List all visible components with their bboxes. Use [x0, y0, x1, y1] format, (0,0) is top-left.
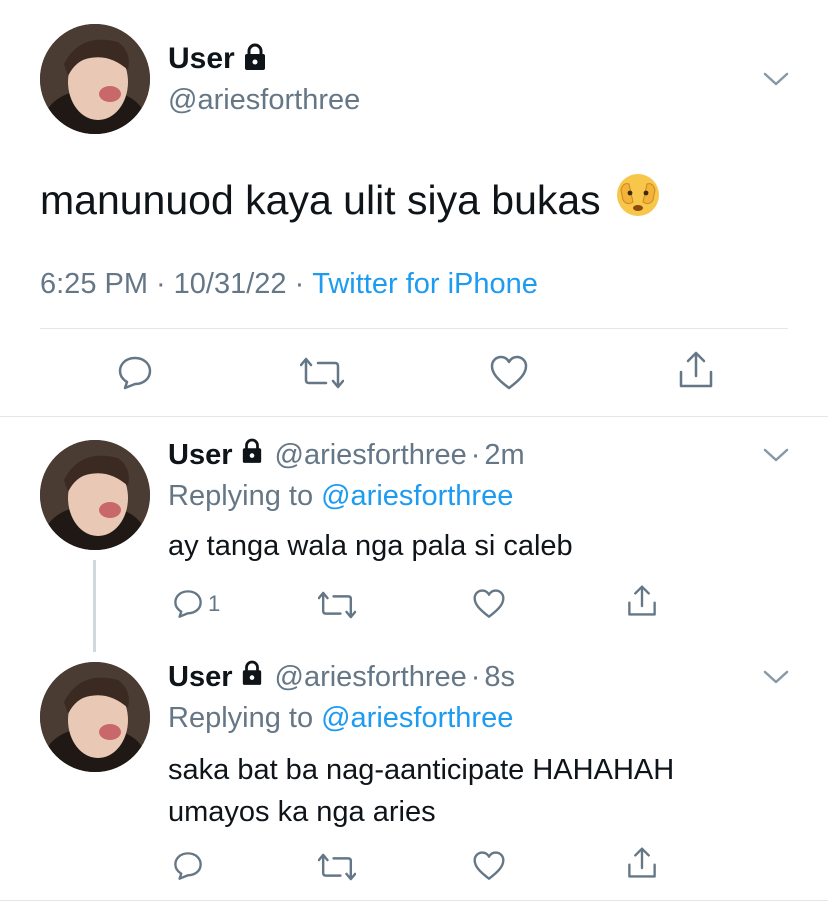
- tweet-meta: 6:25 PM · 10/31/22 · Twitter for iPhone: [40, 268, 538, 301]
- meta-separator: ·: [470, 660, 481, 693]
- like-icon[interactable]: [489, 354, 529, 392]
- handle[interactable]: @ariesforthree: [275, 661, 467, 694]
- retweet-icon[interactable]: [318, 852, 356, 882]
- meta-separator: ·: [294, 268, 305, 300]
- tweet-text: manunuod kaya ulit siya bukas: [40, 172, 661, 228]
- replying-to-label: Replying to: [168, 702, 314, 734]
- chevron-down-icon[interactable]: [762, 70, 790, 88]
- share-icon[interactable]: [626, 584, 658, 618]
- tweet-date: 10/31/22: [173, 268, 287, 300]
- lock-icon: [243, 43, 267, 76]
- share-icon[interactable]: [677, 350, 715, 390]
- thread-line: [93, 560, 96, 652]
- retweet-icon[interactable]: [318, 590, 356, 620]
- share-icon[interactable]: [626, 846, 658, 880]
- display-name[interactable]: User: [168, 439, 233, 472]
- like-icon[interactable]: [472, 850, 506, 882]
- tweet-source-link[interactable]: Twitter for iPhone: [312, 268, 538, 301]
- reply-text-line: umayos ka nga aries: [168, 796, 436, 828]
- reply-text-line: saka bat ba nag-aanticipate HAHAHAH: [168, 754, 675, 786]
- section-divider: [0, 416, 828, 417]
- like-icon[interactable]: [472, 588, 506, 620]
- tweet-age: 2m: [484, 438, 525, 471]
- reply-header: User @ariesforthree · 2m: [168, 438, 525, 472]
- peeking-face-emoji: [615, 172, 661, 228]
- handle[interactable]: @ariesforthree: [168, 84, 360, 117]
- replying-to-label: Replying to: [168, 480, 314, 512]
- reply-button[interactable]: 1: [172, 588, 220, 620]
- chevron-down-icon[interactable]: [762, 446, 790, 464]
- display-name[interactable]: User: [168, 661, 233, 694]
- display-name[interactable]: User: [168, 42, 235, 76]
- avatar[interactable]: [40, 662, 150, 772]
- avatar[interactable]: [40, 24, 150, 134]
- tweet-text-content: manunuod kaya ulit siya bukas: [40, 176, 601, 223]
- tweet-age: 8s: [484, 660, 516, 693]
- reply-count: 1: [208, 591, 221, 616]
- meta-separator: ·: [156, 268, 166, 300]
- avatar[interactable]: [40, 440, 150, 550]
- divider: [40, 328, 788, 329]
- tweet-time: 6:25 PM: [40, 268, 148, 300]
- replying-to-handle[interactable]: @ariesforthree: [321, 702, 513, 735]
- replying-to-handle[interactable]: @ariesforthree: [321, 480, 513, 513]
- reply-icon[interactable]: [172, 850, 204, 882]
- section-divider: [0, 900, 828, 901]
- meta-separator: ·: [470, 438, 481, 471]
- reply-header: User @ariesforthree · 8s: [168, 660, 515, 694]
- retweet-icon[interactable]: [300, 356, 344, 390]
- lock-icon: [241, 660, 263, 694]
- reply-icon[interactable]: [172, 588, 204, 620]
- chevron-down-icon[interactable]: [762, 668, 790, 686]
- replying-to: Replying to @ariesforthree: [168, 702, 513, 735]
- reply-text: ay tanga wala nga pala si caleb: [168, 530, 573, 562]
- handle[interactable]: @ariesforthree: [275, 439, 467, 472]
- reply-icon[interactable]: [116, 354, 154, 392]
- lock-icon: [241, 438, 263, 472]
- replying-to: Replying to @ariesforthree: [168, 480, 513, 513]
